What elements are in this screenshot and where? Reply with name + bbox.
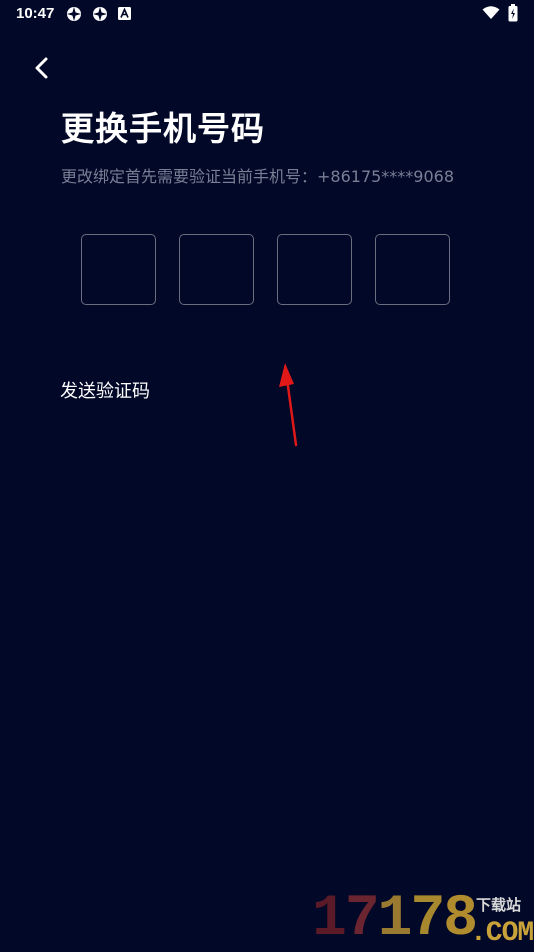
chevron-left-icon	[35, 57, 48, 79]
code-digit-box-1[interactable]	[81, 234, 156, 305]
app-notification-icon	[67, 7, 81, 21]
code-digit-box-3[interactable]	[277, 234, 352, 305]
back-button[interactable]	[28, 52, 58, 84]
code-digit-box-2[interactable]	[179, 234, 254, 305]
watermark-label: 下载站	[476, 896, 522, 914]
send-code-button[interactable]: 发送验证码	[60, 377, 150, 403]
watermark-logo: 17178 下载站 .COM	[312, 890, 534, 950]
status-time: 10:47	[16, 5, 55, 22]
code-digit-box-4[interactable]	[375, 234, 450, 305]
watermark-digits: 17178	[312, 887, 478, 952]
status-bar: 10:47	[0, 0, 534, 28]
battery-charging-icon	[508, 4, 518, 22]
wifi-icon	[482, 6, 500, 19]
page-title: 更换手机号码	[61, 109, 265, 148]
annotation-arrow-icon	[279, 363, 298, 447]
verify-phone-hint: 更改绑定首先需要验证当前手机号：+86175****9068	[61, 167, 455, 186]
watermark-domain: .COM	[470, 918, 534, 949]
a-notification-icon	[118, 7, 131, 20]
app-notification-icon	[93, 7, 107, 21]
